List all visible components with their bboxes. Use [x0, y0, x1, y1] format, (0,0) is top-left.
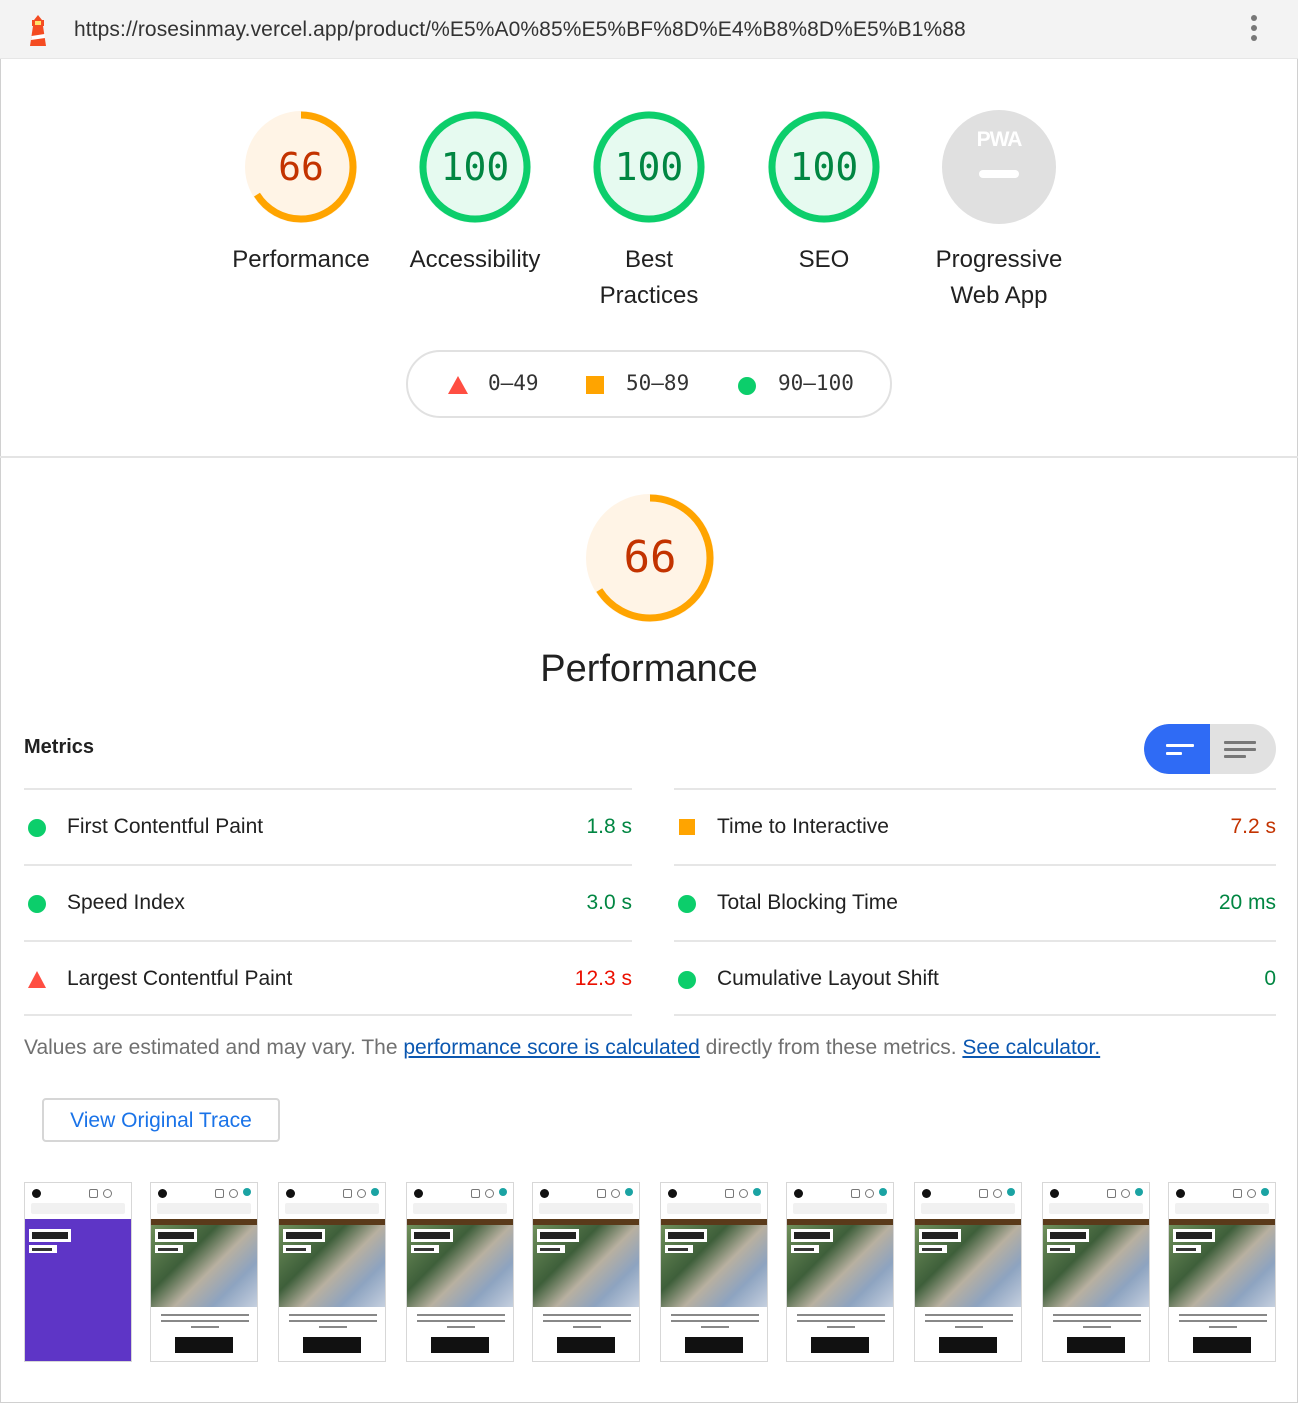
- view-original-trace-button[interactable]: View Original Trace: [42, 1098, 280, 1142]
- performance-category-score: 66: [623, 532, 677, 583]
- metric-name: Largest Contentful Paint: [67, 967, 293, 990]
- filmstrip-frame: [660, 1182, 768, 1362]
- score-calculation-link[interactable]: performance score is calculated: [403, 1036, 699, 1059]
- section-divider: [0, 456, 1298, 458]
- filmstrip-frame: [1168, 1182, 1276, 1362]
- accessibility-label[interactable]: Accessibility: [380, 242, 570, 278]
- metric-name: First Contentful Paint: [67, 815, 264, 838]
- pwa-label[interactable]: Progressive Web App: [904, 242, 1094, 314]
- filmstrip-frame: [150, 1182, 258, 1362]
- best-practices-label-line1: Best: [624, 246, 674, 273]
- pass-circle-icon: [28, 819, 46, 837]
- note-text: directly from these metrics.: [699, 1036, 963, 1059]
- metric-value: 12.3 s: [574, 967, 632, 990]
- metrics-view-toggle[interactable]: [1144, 724, 1276, 774]
- filmstrip-frame: [1042, 1182, 1150, 1362]
- page-url: https://rosesinmay.vercel.app/product/%E…: [74, 18, 966, 41]
- metric-name: Time to Interactive: [717, 815, 889, 838]
- metric-name: Total Blocking Time: [717, 891, 898, 914]
- accessibility-score: 100: [440, 145, 510, 189]
- estimate-note: Values are estimated and may vary. The p…: [24, 1036, 1100, 1060]
- best-practices-score: 100: [614, 145, 684, 189]
- filmstrip-frame: [532, 1182, 640, 1362]
- performance-score: 66: [278, 145, 324, 189]
- metric-total-blocking-time: Total Blocking Time 20 ms: [674, 866, 1276, 940]
- metric-value: 7.2 s: [1230, 815, 1276, 838]
- best-practices-label-line2: Practices: [599, 282, 699, 309]
- metric-name: Speed Index: [67, 891, 185, 914]
- pass-circle-icon: [678, 895, 696, 913]
- lighthouse-icon: [30, 15, 46, 46]
- metric-value: 3.0 s: [586, 891, 632, 914]
- filmstrip-frame: [406, 1182, 514, 1362]
- metrics-heading: Metrics: [24, 736, 95, 758]
- note-text: Values are estimated and may vary. The: [24, 1036, 404, 1059]
- metric-largest-contentful-paint: Largest Contentful Paint 12.3 s: [24, 942, 632, 1016]
- url-bar: https://rosesinmay.vercel.app/product/%E…: [0, 0, 1298, 59]
- pass-circle-icon: [28, 895, 46, 913]
- filmstrip-frame: [278, 1182, 386, 1362]
- average-square-icon: [679, 819, 695, 835]
- expanded-view-button[interactable]: [1210, 724, 1276, 774]
- metric-speed-index: Speed Index 3.0 s: [24, 866, 632, 940]
- fail-triangle-icon: [28, 971, 46, 988]
- filmstrip-frame: [786, 1182, 894, 1362]
- pwa-gauge[interactable]: PWA: [942, 110, 1056, 224]
- performance-category-title: Performance: [540, 648, 758, 690]
- performance-category-gauge: 66: [584, 492, 716, 624]
- seo-label[interactable]: SEO: [729, 242, 919, 278]
- legend-fail-range: 0–49: [488, 371, 539, 395]
- legend-average-range: 50–89: [626, 371, 690, 395]
- metric-value: 1.8 s: [586, 815, 632, 838]
- seo-score: 100: [789, 145, 859, 189]
- see-calculator-link[interactable]: See calculator.: [962, 1036, 1100, 1059]
- pwa-label-line1: Progressive: [935, 246, 1063, 273]
- seo-gauge[interactable]: 100: [767, 110, 881, 224]
- pwa-badge-icon: PWA: [976, 128, 1023, 151]
- pass-circle-icon: [678, 971, 696, 989]
- more-vertical-icon[interactable]: [1248, 15, 1260, 45]
- compact-view-button[interactable]: [1144, 724, 1210, 774]
- legend-pass-range: 90–100: [778, 371, 854, 395]
- metric-cumulative-layout-shift: Cumulative Layout Shift 0: [674, 942, 1276, 1016]
- performance-label[interactable]: Performance: [206, 242, 396, 278]
- score-legend: 0–49 50–89 90–100: [406, 350, 892, 418]
- best-practices-gauge[interactable]: 100: [592, 110, 706, 224]
- average-square-icon: [586, 376, 604, 394]
- filmstrip-frame: [914, 1182, 1022, 1362]
- metric-time-to-interactive: Time to Interactive 7.2 s: [674, 790, 1276, 864]
- metric-value: 20 ms: [1218, 891, 1276, 914]
- pwa-label-line2: Web App: [950, 282, 1048, 309]
- metric-value: 0: [1264, 967, 1276, 990]
- fail-triangle-icon: [448, 376, 468, 394]
- best-practices-label[interactable]: Best Practices: [554, 242, 744, 314]
- metric-first-contentful-paint: First Contentful Paint 1.8 s: [24, 790, 632, 864]
- filmstrip-frame: [24, 1182, 132, 1362]
- metric-name: Cumulative Layout Shift: [717, 967, 939, 990]
- pass-circle-icon: [738, 377, 756, 395]
- accessibility-gauge[interactable]: 100: [418, 110, 532, 224]
- performance-gauge[interactable]: 66: [244, 110, 358, 224]
